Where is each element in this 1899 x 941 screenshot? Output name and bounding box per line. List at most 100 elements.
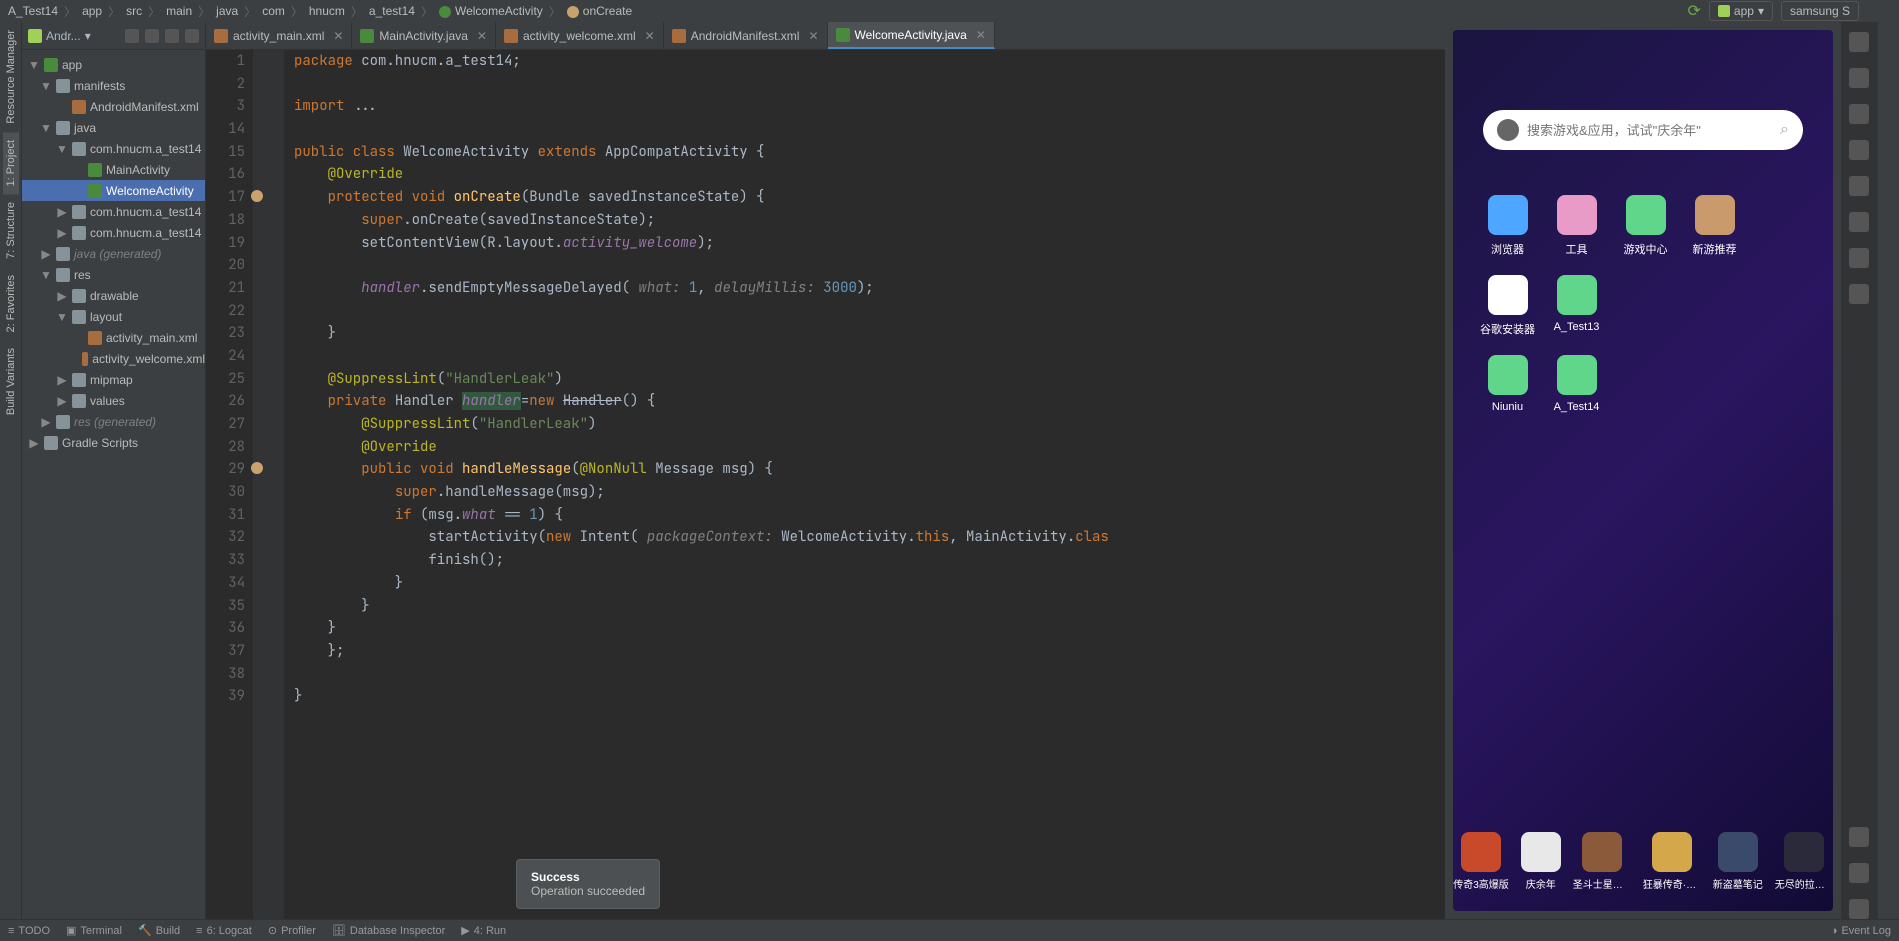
bottom-tab-todo[interactable]: ≡ TODO xyxy=(8,925,50,937)
app-无尽的拉格...[interactable]: 无尽的拉格... xyxy=(1775,832,1833,891)
app-A_Test13[interactable]: A_Test13 xyxy=(1542,275,1611,337)
location-icon[interactable] xyxy=(1849,212,1869,232)
bottom-tab-terminal[interactable]: ▣ Terminal xyxy=(66,924,122,937)
editor-tab-activity-main-xml[interactable]: activity_main.xml✕ xyxy=(206,22,352,49)
scissors-icon[interactable] xyxy=(1849,248,1869,268)
tree-item-layout[interactable]: ▼layout xyxy=(22,306,205,327)
app-工具[interactable]: 工具 xyxy=(1542,195,1611,257)
volume-up-icon[interactable] xyxy=(1849,68,1869,88)
crumb-5[interactable]: com xyxy=(262,4,285,18)
rail-resource-manager[interactable]: Resource Manager xyxy=(3,22,19,132)
crumb-9[interactable]: onCreate xyxy=(567,4,632,18)
tree-item-res[interactable]: ▼res xyxy=(22,264,205,285)
success-toast: Success Operation succeeded xyxy=(516,859,660,909)
tree-item-gradle-scripts[interactable]: ▶Gradle Scripts xyxy=(22,432,205,453)
close-icon[interactable]: ✕ xyxy=(645,29,655,43)
app-新游推荐[interactable]: 新游推荐 xyxy=(1680,195,1749,257)
collapse-icon[interactable] xyxy=(185,29,199,43)
tree-item-values[interactable]: ▶values xyxy=(22,390,205,411)
target-icon[interactable] xyxy=(125,29,139,43)
tree-item-com-hnucm-a-test14[interactable]: ▼com.hnucm.a_test14 xyxy=(22,138,205,159)
tree-item-app[interactable]: ▼app xyxy=(22,54,205,75)
emulator-screen[interactable]: ⌕ 浏览器工具游戏中心新游推荐谷歌安装器A_Test13NiuniuA_Test… xyxy=(1453,30,1833,911)
editor-tab-androidmanifest-xml[interactable]: AndroidManifest.xml✕ xyxy=(664,22,828,49)
rail-build-variants[interactable]: Build Variants xyxy=(3,340,19,423)
breadcrumb: A_Test14〉 app〉 src〉 main〉 java〉 com〉 hnu… xyxy=(0,0,1899,22)
bottom-tab-event-log[interactable]: ◑ Event Log xyxy=(1831,925,1891,937)
app-A_Test14[interactable]: A_Test14 xyxy=(1542,355,1611,413)
bottom-tab-db-inspector[interactable]: 🗄 Database Inspector xyxy=(332,924,445,937)
recents-icon[interactable] xyxy=(1849,899,1869,919)
bottom-tab-profiler[interactable]: ⊙ Profiler xyxy=(268,924,316,937)
toast-body: Operation succeeded xyxy=(531,884,645,898)
fullscreen-icon[interactable] xyxy=(1849,32,1869,52)
app-游戏中心[interactable]: 游戏中心 xyxy=(1611,195,1680,257)
app-Niuniu[interactable]: Niuniu xyxy=(1473,355,1542,413)
search-icon[interactable]: ⌕ xyxy=(1780,121,1789,139)
emulator-panel: ⌕ 浏览器工具游戏中心新游推荐谷歌安装器A_Test13NiuniuA_Test… xyxy=(1445,22,1877,919)
tree-item-androidmanifest-xml[interactable]: AndroidManifest.xml xyxy=(22,96,205,117)
crumb-3[interactable]: main xyxy=(166,4,192,18)
close-icon[interactable]: ✕ xyxy=(976,28,986,42)
close-icon[interactable]: ✕ xyxy=(333,29,343,43)
tree-item-activity-main-xml[interactable]: activity_main.xml xyxy=(22,327,205,348)
tree-item-java[interactable]: ▼java xyxy=(22,117,205,138)
app-谷歌安装器[interactable]: 谷歌安装器 xyxy=(1473,275,1542,337)
app-庆余年[interactable]: 庆余年 xyxy=(1521,832,1561,891)
crumb-1[interactable]: app xyxy=(82,4,102,18)
crumb-4[interactable]: java xyxy=(216,4,238,18)
screenshot-icon[interactable] xyxy=(1849,176,1869,196)
tree-item-mipmap[interactable]: ▶mipmap xyxy=(22,369,205,390)
app-传奇3高爆版[interactable]: 传奇3高爆版 xyxy=(1453,832,1509,891)
bottom-tab-run[interactable]: ▶ 4: Run xyxy=(461,924,506,937)
close-icon[interactable]: ✕ xyxy=(477,29,487,43)
bottom-tab-logcat[interactable]: ≡ 6: Logcat xyxy=(196,925,252,937)
editor-tab-mainactivity-java[interactable]: MainActivity.java✕ xyxy=(352,22,496,49)
app-grid: 浏览器工具游戏中心新游推荐谷歌安装器A_Test13NiuniuA_Test14 xyxy=(1453,195,1833,431)
right-tool-rail xyxy=(1877,22,1899,919)
run-config-app[interactable]: app ▾ xyxy=(1709,1,1773,21)
emulator-search-input[interactable] xyxy=(1527,123,1772,138)
android-icon xyxy=(1718,5,1730,17)
editor-area: activity_main.xml✕MainActivity.java✕acti… xyxy=(206,22,1445,919)
code-content[interactable]: package com.hnucm.a_test14;import ...pub… xyxy=(284,50,1445,919)
rail-project[interactable]: 1: Project xyxy=(3,132,19,194)
rotate-icon[interactable] xyxy=(1849,140,1869,160)
crumb-0[interactable]: A_Test14 xyxy=(8,4,58,18)
tree-item-java-generated-[interactable]: ▶java (generated) xyxy=(22,243,205,264)
back-icon[interactable] xyxy=(1849,827,1869,847)
close-icon[interactable]: ✕ xyxy=(808,29,818,43)
rail-favorites[interactable]: 2: Favorites xyxy=(3,267,19,340)
bottom-tab-build[interactable]: 🔨 Build xyxy=(138,924,180,937)
tree-item-manifests[interactable]: ▼manifests xyxy=(22,75,205,96)
app-狂暴传奇·微...[interactable]: 狂暴传奇·微... xyxy=(1643,832,1701,891)
project-tree[interactable]: ▼app▼manifestsAndroidManifest.xml▼java▼c… xyxy=(22,50,205,919)
sync-icon[interactable]: ⟳ xyxy=(1688,1,1701,21)
tree-item-welcomeactivity[interactable]: WelcomeActivity xyxy=(22,180,205,201)
tree-item-com-hnucm-a-test14[interactable]: ▶com.hnucm.a_test14 xyxy=(22,222,205,243)
emulator-search-bar[interactable]: ⌕ xyxy=(1483,110,1803,150)
run-config-device[interactable]: samsung S xyxy=(1781,1,1859,21)
volume-down-icon[interactable] xyxy=(1849,104,1869,124)
crumb-8[interactable]: WelcomeActivity xyxy=(439,4,543,18)
home-icon[interactable] xyxy=(1849,863,1869,883)
rail-structure[interactable]: 7: Structure xyxy=(3,194,19,267)
more-icon[interactable] xyxy=(1849,284,1869,304)
app-新盗墓笔记[interactable]: 新盗墓笔记 xyxy=(1713,832,1763,891)
app-圣斗士星矢...[interactable]: 圣斗士星矢... xyxy=(1573,832,1631,891)
sort-icon[interactable] xyxy=(145,29,159,43)
app-浏览器[interactable]: 浏览器 xyxy=(1473,195,1542,257)
tree-item-res-generated-[interactable]: ▶res (generated) xyxy=(22,411,205,432)
crumb-2[interactable]: src xyxy=(126,4,142,18)
tree-item-activity-welcome-xml[interactable]: activity_welcome.xml xyxy=(22,348,205,369)
editor-tab-welcomeactivity-java[interactable]: WelcomeActivity.java✕ xyxy=(828,22,995,49)
gear-icon[interactable] xyxy=(165,29,179,43)
tree-item-com-hnucm-a-test14[interactable]: ▶com.hnucm.a_test14 xyxy=(22,201,205,222)
tree-item-mainactivity[interactable]: MainActivity xyxy=(22,159,205,180)
editor-tab-activity-welcome-xml[interactable]: activity_welcome.xml✕ xyxy=(496,22,664,49)
crumb-6[interactable]: hnucm xyxy=(309,4,345,18)
code-editor[interactable]: 1231415161718192021222324252627282930313… xyxy=(206,50,1445,919)
tree-item-drawable[interactable]: ▶drawable xyxy=(22,285,205,306)
project-view-selector[interactable]: Andr... xyxy=(46,29,81,43)
crumb-7[interactable]: a_test14 xyxy=(369,4,415,18)
